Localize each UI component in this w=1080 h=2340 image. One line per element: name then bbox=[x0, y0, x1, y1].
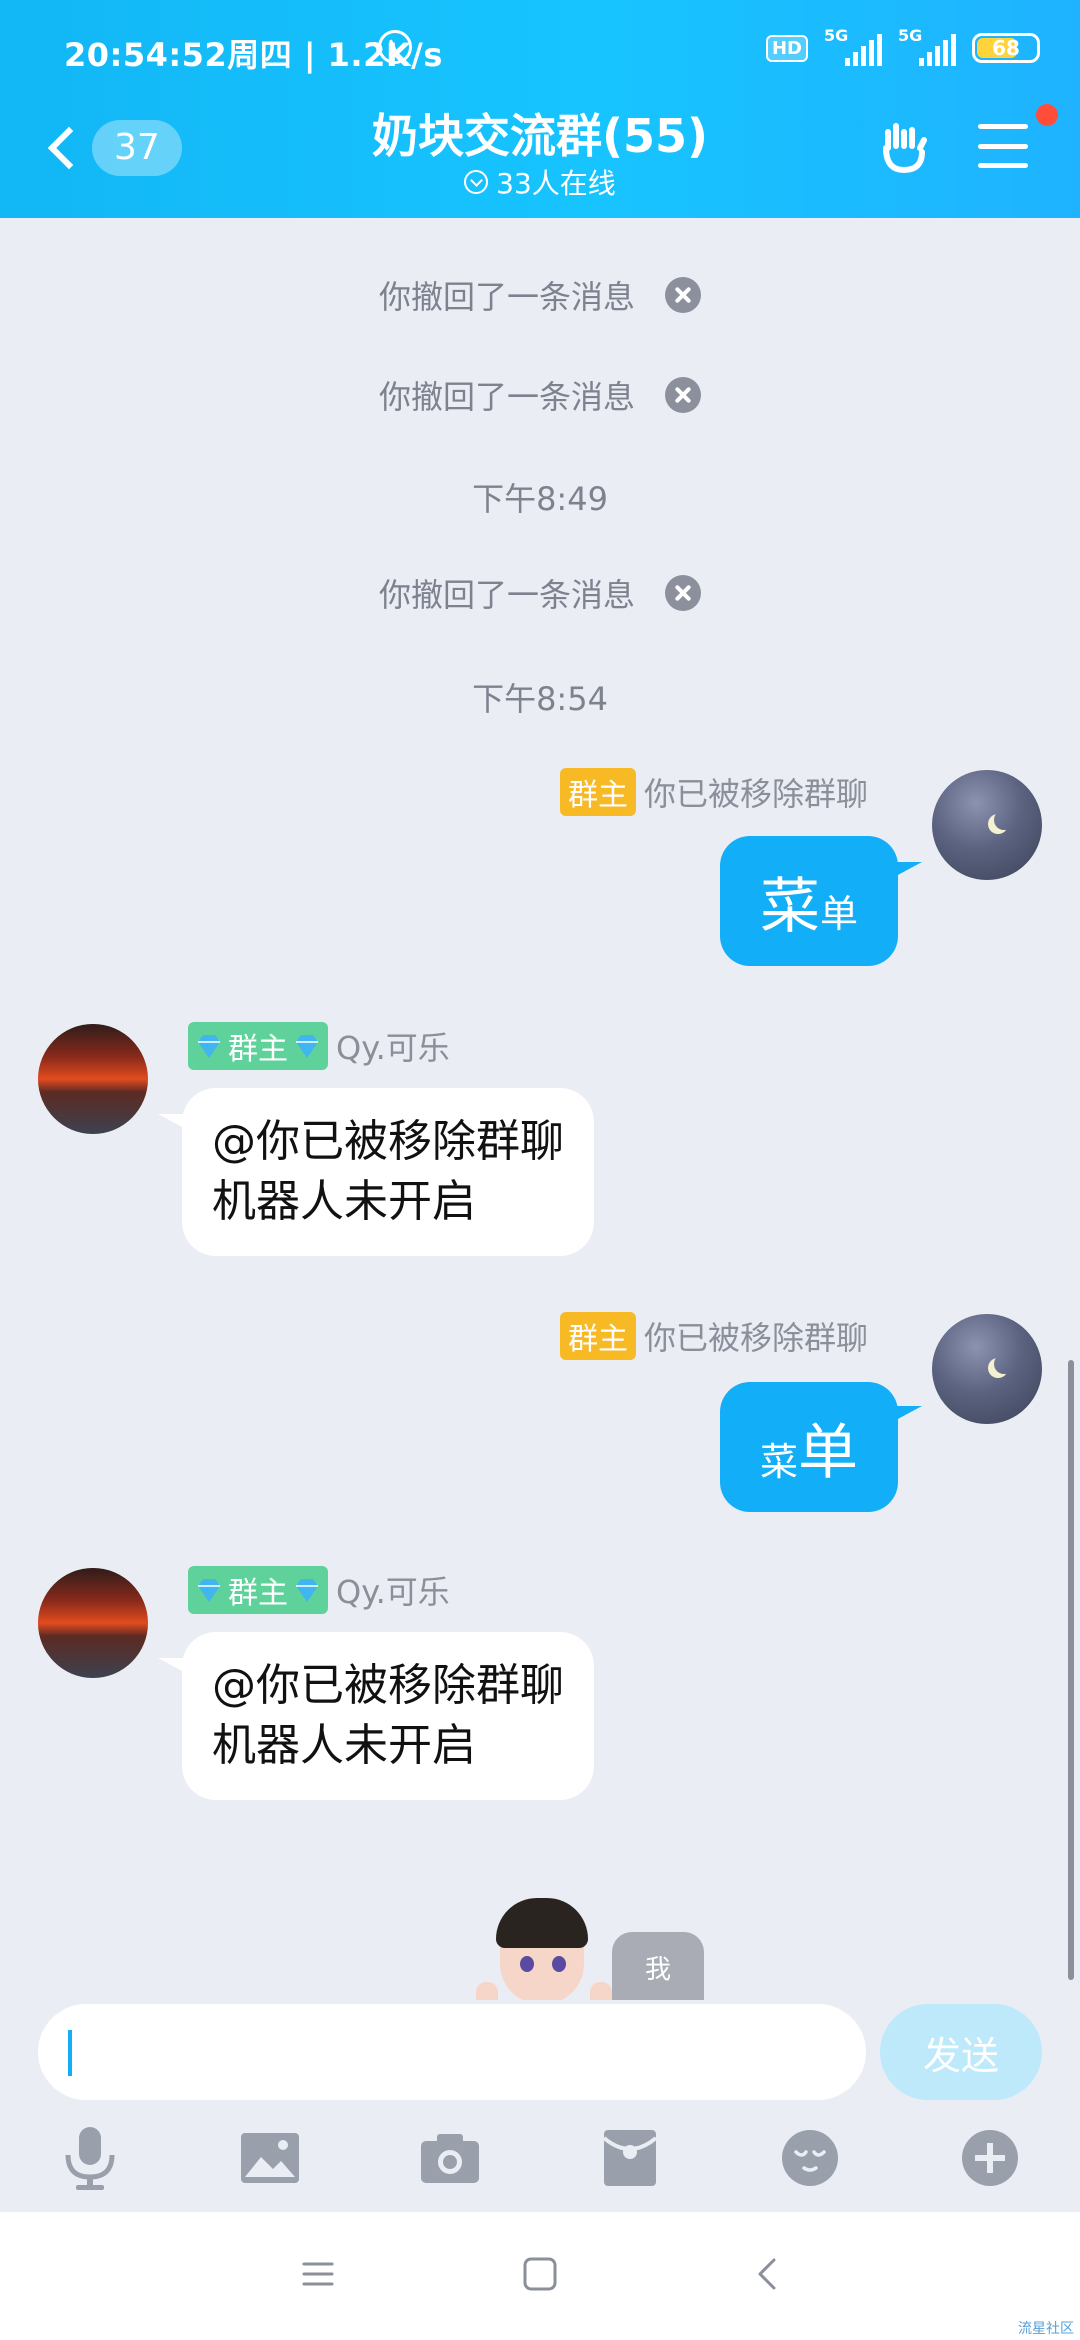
diamond-icon bbox=[198, 1035, 220, 1058]
message-bubble[interactable]: @你已被移除群聊 机器人未开启 bbox=[182, 1632, 594, 1800]
owner-tag: 群主 bbox=[560, 768, 636, 816]
watermark: 流星社区 bbox=[1018, 2321, 1074, 2337]
text-caret bbox=[68, 2030, 72, 2076]
sender-line: 群主 Qy.可乐 bbox=[188, 1022, 450, 1070]
message-input[interactable] bbox=[38, 2004, 866, 2100]
avatar[interactable] bbox=[38, 1024, 148, 1134]
scrollbar[interactable] bbox=[1068, 1360, 1074, 1980]
signal-icon-2: 5G bbox=[898, 26, 956, 68]
diamond-icon bbox=[296, 1579, 318, 1602]
avatar[interactable] bbox=[38, 1568, 148, 1678]
owner-tag: 群主 bbox=[560, 1312, 636, 1360]
sender-name: 你已被移除群聊 bbox=[644, 775, 869, 813]
avatar[interactable] bbox=[932, 770, 1042, 880]
sender-name: 你已被移除群聊 bbox=[644, 1319, 869, 1357]
sender-line: 群主 你已被移除群聊 bbox=[560, 1312, 868, 1360]
hand-gesture-icon[interactable] bbox=[876, 118, 934, 176]
status-bar: 20:54:52周四 | 1.2K/s HD 5G 5G 68 bbox=[0, 0, 1080, 96]
online-count: 33人在线 bbox=[496, 167, 616, 200]
image-icon[interactable] bbox=[237, 2125, 303, 2191]
message-bubble[interactable]: 菜 单 bbox=[720, 1382, 898, 1512]
notification-dot bbox=[1036, 104, 1058, 126]
emoji-icon[interactable] bbox=[777, 2125, 843, 2191]
input-toolbar bbox=[0, 2118, 1080, 2198]
signal-icon-1: 5G bbox=[824, 26, 882, 68]
owner-tag: 群主 bbox=[188, 1566, 328, 1614]
home-icon[interactable] bbox=[520, 2254, 560, 2294]
owner-tag: 群主 bbox=[188, 1022, 328, 1070]
chevron-down-circle-icon bbox=[464, 170, 489, 194]
status-indicators: HD 5G 5G 68 bbox=[765, 26, 1040, 70]
alarm-icon bbox=[378, 30, 412, 64]
avatar[interactable] bbox=[932, 1314, 1042, 1424]
diamond-icon bbox=[296, 1035, 318, 1058]
menu-icon[interactable] bbox=[978, 124, 1028, 168]
timestamp: 下午8:54 bbox=[472, 680, 608, 718]
sender-line: 群主 Qy.可乐 bbox=[188, 1566, 450, 1614]
input-area: 发送 bbox=[0, 2000, 1080, 2210]
close-icon[interactable] bbox=[665, 575, 701, 611]
recent-apps-icon[interactable] bbox=[298, 2254, 338, 2294]
sender-line: 群主 你已被移除群聊 bbox=[560, 768, 868, 816]
recall-notice: 你撤回了一条消息 bbox=[0, 372, 1080, 418]
message-bubble[interactable]: @你已被移除群聊 机器人未开启 bbox=[182, 1088, 594, 1256]
recall-notice: 你撤回了一条消息 bbox=[0, 570, 1080, 616]
microphone-icon[interactable] bbox=[57, 2125, 123, 2191]
diamond-icon bbox=[198, 1579, 220, 1602]
send-button[interactable]: 发送 bbox=[880, 2004, 1042, 2100]
back-icon[interactable] bbox=[748, 2254, 788, 2294]
plus-icon[interactable] bbox=[957, 2125, 1023, 2191]
sender-name: Qy.可乐 bbox=[336, 1029, 450, 1067]
battery-icon: 68 bbox=[972, 33, 1040, 63]
hd-icon: HD bbox=[765, 34, 808, 62]
sticker-avatar[interactable] bbox=[470, 1898, 620, 2002]
camera-icon[interactable] bbox=[417, 2125, 483, 2191]
timestamp: 下午8:49 bbox=[472, 480, 608, 518]
recall-notice: 你撤回了一条消息 bbox=[0, 272, 1080, 318]
system-nav-bar: 流星社区 bbox=[0, 2212, 1080, 2340]
close-icon[interactable] bbox=[665, 377, 701, 413]
sender-name: Qy.可乐 bbox=[336, 1573, 450, 1611]
sticker-label: 我 bbox=[612, 1932, 704, 2002]
red-packet-icon[interactable] bbox=[597, 2125, 663, 2191]
chat-header: 20:54:52周四 | 1.2K/s HD 5G 5G 68 37 奶块交流群… bbox=[0, 0, 1080, 218]
close-icon[interactable] bbox=[665, 277, 701, 313]
message-bubble[interactable]: 菜 单 bbox=[720, 836, 898, 966]
